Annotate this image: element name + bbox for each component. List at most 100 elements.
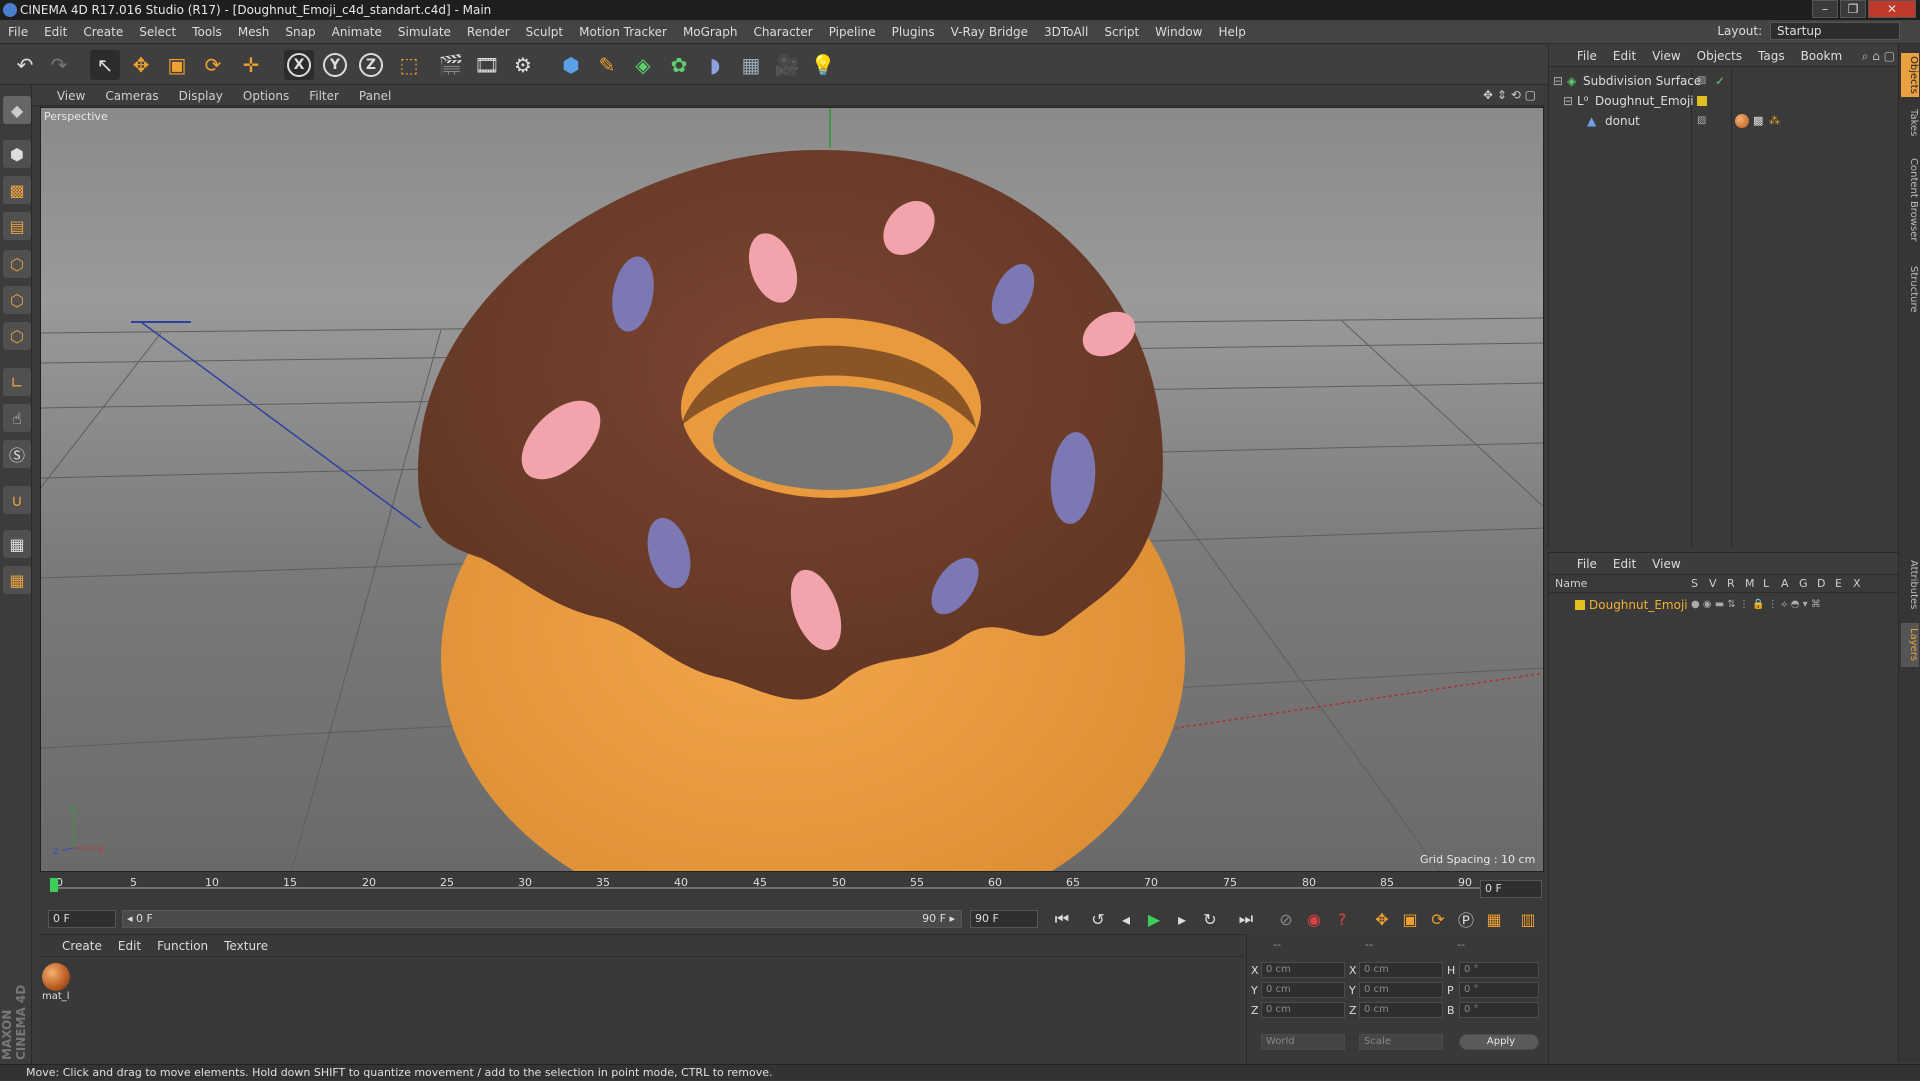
next-frame-icon[interactable]: ▸ bbox=[1170, 908, 1194, 930]
layers-menu-edit[interactable]: Edit bbox=[1605, 553, 1644, 575]
close-button[interactable]: ✕ bbox=[1868, 0, 1916, 18]
render-settings-icon[interactable]: ⚙ bbox=[508, 50, 538, 80]
minimize-button[interactable]: – bbox=[1812, 0, 1838, 18]
layer-color-swatch[interactable] bbox=[1575, 600, 1585, 610]
play-icon[interactable]: ▶ bbox=[1142, 908, 1166, 930]
size-x-field[interactable]: 0 cm bbox=[1359, 962, 1443, 978]
camera-icon[interactable]: 🎥 bbox=[772, 50, 802, 80]
objects-menu-edit[interactable]: Edit bbox=[1605, 45, 1644, 67]
frame-range-slider[interactable]: ◂ 0 F 90 F ▸ bbox=[122, 910, 962, 928]
objects-search-icon[interactable]: ⌕ ⌂ ▢ bbox=[1862, 45, 1895, 67]
phong-tag-icon[interactable]: ⁂ bbox=[1769, 111, 1780, 131]
object-row-subdivision[interactable]: ⊟ ◈ Subdivision Surface ▨ ✓ bbox=[1549, 71, 1899, 91]
axis-mode-icon[interactable]: ∟ bbox=[3, 368, 31, 396]
layer-toggle-icons[interactable]: ● ◉ ▬ ⇅ ⋮ 🔒 ⋮ ⟡ ◓ ▾ ⌘ bbox=[1691, 595, 1821, 615]
menu-render[interactable]: Render bbox=[459, 20, 518, 44]
menu-mograph[interactable]: MoGraph bbox=[675, 20, 746, 44]
magnet-icon[interactable]: ∪ bbox=[3, 486, 31, 514]
layers-menu-view[interactable]: View bbox=[1644, 553, 1688, 575]
material-swatch[interactable] bbox=[42, 963, 70, 991]
menu-mesh[interactable]: Mesh bbox=[230, 20, 278, 44]
menu-snap[interactable]: Snap bbox=[277, 20, 323, 44]
menu-sculpt[interactable]: Sculpt bbox=[518, 20, 571, 44]
size-y-field[interactable]: 0 cm bbox=[1359, 982, 1443, 998]
viewport-menu-panel[interactable]: Panel bbox=[349, 86, 401, 106]
tab-content-browser[interactable]: Content Browser bbox=[1901, 145, 1919, 255]
autokeying-icon[interactable]: ? bbox=[1330, 908, 1354, 930]
enabled-check-icon[interactable]: ✓ bbox=[1715, 71, 1725, 91]
apply-button[interactable]: Apply bbox=[1459, 1034, 1539, 1050]
record-keys-icon[interactable]: ⊘ bbox=[1274, 908, 1298, 930]
collapse-icon[interactable]: ⊟ bbox=[1553, 71, 1563, 91]
key-pla-icon[interactable]: ▦ bbox=[1482, 908, 1506, 930]
menu-3dtoall[interactable]: 3DToAll bbox=[1036, 20, 1096, 44]
layer-color-swatch[interactable] bbox=[1697, 96, 1707, 106]
polygons-mode-icon[interactable]: ⬡ bbox=[3, 322, 31, 350]
layers-menu-file[interactable]: File bbox=[1569, 553, 1605, 575]
menu-help[interactable]: Help bbox=[1210, 20, 1253, 44]
menu-pipeline[interactable]: Pipeline bbox=[821, 20, 884, 44]
menu-script[interactable]: Script bbox=[1096, 20, 1147, 44]
menu-simulate[interactable]: Simulate bbox=[390, 20, 459, 44]
current-frame-field[interactable]: 0 F bbox=[1480, 880, 1542, 898]
undo-icon[interactable]: ↶ bbox=[10, 50, 40, 80]
position-x-field[interactable]: 0 cm bbox=[1261, 962, 1345, 978]
scale-tool-icon[interactable]: ▣ bbox=[162, 50, 192, 80]
tab-structure[interactable]: Structure bbox=[1901, 259, 1919, 319]
floor-scene-icon[interactable]: ▦ bbox=[736, 50, 766, 80]
key-rotation-icon[interactable]: ⟳ bbox=[1426, 908, 1450, 930]
grid-snap-icon[interactable]: ▦ bbox=[3, 566, 31, 594]
menu-edit[interactable]: Edit bbox=[36, 20, 75, 44]
menu-select[interactable]: Select bbox=[131, 20, 184, 44]
record-active-icon[interactable]: ◉ bbox=[1302, 908, 1326, 930]
maximize-button[interactable]: ❐ bbox=[1840, 0, 1866, 18]
object-row-doughnut-emoji[interactable]: ⊟ L⁰ Doughnut_Emoji bbox=[1549, 91, 1899, 111]
menu-file[interactable]: File bbox=[0, 20, 36, 44]
light-icon[interactable]: 💡 bbox=[808, 50, 838, 80]
texture-tag-icon[interactable]: ▩ bbox=[1753, 111, 1763, 131]
perspective-viewport[interactable]: y x z bbox=[40, 107, 1544, 872]
material-item[interactable]: mat_l bbox=[42, 963, 72, 1002]
rotate-tool-icon[interactable]: ⟳ bbox=[198, 50, 228, 80]
object-row-donut[interactable]: ▲ donut ▨ ▩ ⁂ bbox=[1549, 111, 1899, 131]
rotation-p-field[interactable]: 0 ° bbox=[1459, 982, 1539, 998]
end-frame-field[interactable]: 90 F bbox=[970, 910, 1038, 928]
workplane-lock-icon[interactable]: ▦ bbox=[3, 530, 31, 558]
rotation-h-field[interactable]: 0 ° bbox=[1459, 962, 1539, 978]
objects-menu-tags[interactable]: Tags bbox=[1750, 45, 1793, 67]
key-parameter-icon[interactable]: Ⓟ bbox=[1454, 908, 1478, 930]
menu-character[interactable]: Character bbox=[745, 20, 820, 44]
objects-menu-view[interactable]: View bbox=[1644, 45, 1688, 67]
objects-menu-file[interactable]: File bbox=[1569, 45, 1605, 67]
previous-frame-icon[interactable]: ◂ bbox=[1114, 908, 1138, 930]
rotation-b-field[interactable]: 0 ° bbox=[1459, 1002, 1539, 1018]
transform-tool-icon[interactable]: ✛ bbox=[236, 50, 266, 80]
tab-attributes[interactable]: Attributes bbox=[1901, 553, 1919, 617]
material-menu-function[interactable]: Function bbox=[149, 935, 216, 957]
key-scale-icon[interactable]: ▣ bbox=[1398, 908, 1422, 930]
x-axis-lock-button[interactable]: X bbox=[284, 50, 314, 80]
workplane-mode-icon[interactable]: ▤ bbox=[3, 212, 31, 240]
tweak-mode-icon[interactable]: ☝ bbox=[3, 404, 31, 432]
material-menu-texture[interactable]: Texture bbox=[216, 935, 276, 957]
viewport-menu-display[interactable]: Display bbox=[169, 86, 233, 106]
viewport-menu-cameras[interactable]: Cameras bbox=[95, 86, 168, 106]
model-mode-icon[interactable]: ⬢ bbox=[3, 140, 31, 168]
start-frame-field[interactable]: 0 F bbox=[48, 910, 116, 928]
cube-primitive-icon[interactable]: ⬢ bbox=[556, 50, 586, 80]
go-to-end-icon[interactable]: ⏭ bbox=[1234, 908, 1258, 930]
timeline-ruler[interactable]: 0 5 10 15 20 25 30 35 40 45 50 55 60 65 … bbox=[40, 874, 1544, 904]
menu-plugins[interactable]: Plugins bbox=[884, 20, 943, 44]
next-key-icon[interactable]: ↻ bbox=[1198, 908, 1222, 930]
texture-mode-icon[interactable]: ▩ bbox=[3, 176, 31, 204]
make-editable-icon[interactable]: ◆ bbox=[3, 96, 31, 124]
tab-objects[interactable]: Objects bbox=[1901, 53, 1919, 97]
menu-window[interactable]: Window bbox=[1147, 20, 1210, 44]
points-mode-icon[interactable]: ⬡ bbox=[3, 250, 31, 278]
viewport-navigation-icons[interactable]: ✥ ⇕ ⟲ ▢ bbox=[1483, 88, 1536, 102]
layer-row-doughnut-emoji[interactable]: Doughnut_Emoji ● ◉ ▬ ⇅ ⋮ 🔒 ⋮ ⟡ ◓ ▾ ⌘ bbox=[1549, 595, 1899, 615]
material-menu-create[interactable]: Create bbox=[54, 935, 110, 957]
render-picture-viewer-icon[interactable]: 🎞 bbox=[472, 50, 502, 80]
coordinate-system-icon[interactable]: ⬚ bbox=[394, 50, 424, 80]
objects-menu-objects[interactable]: Objects bbox=[1689, 45, 1750, 67]
